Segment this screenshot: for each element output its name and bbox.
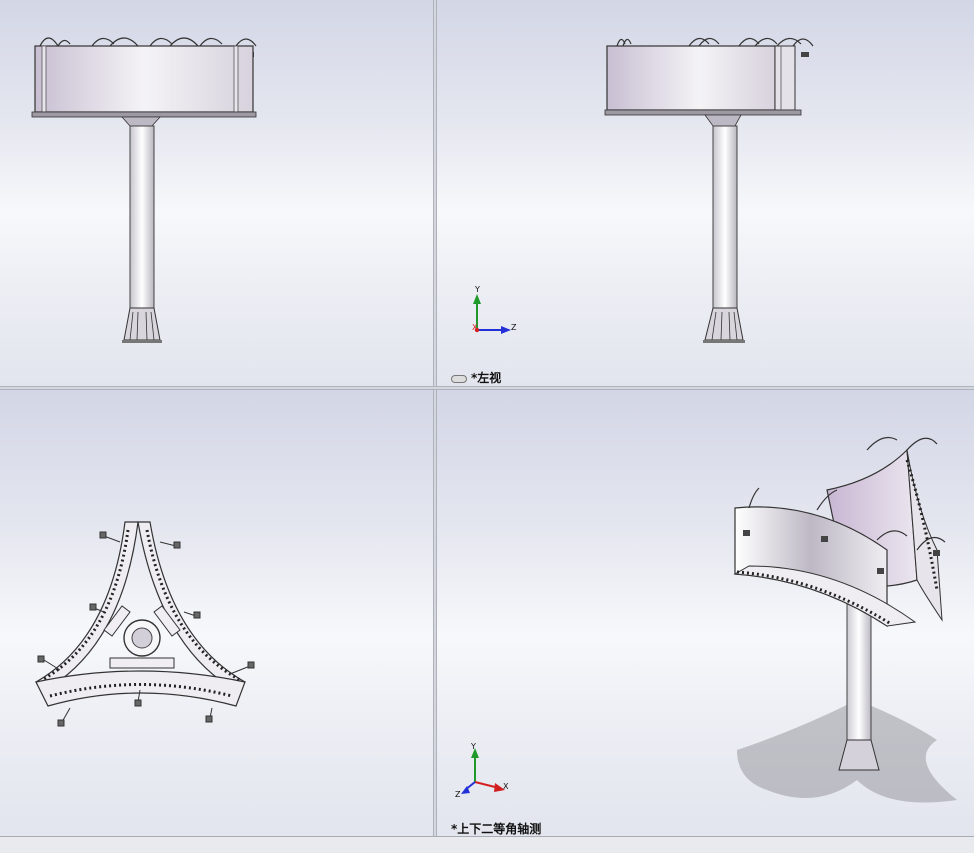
billboard-top-view bbox=[35, 521, 255, 727]
view-name-left: *左视 bbox=[471, 371, 502, 385]
billboard-front-view bbox=[31, 37, 257, 343]
triad-y-label: Y bbox=[475, 285, 480, 294]
billboard-left-view bbox=[473, 37, 814, 343]
triad-iso-x-label: X bbox=[503, 782, 509, 791]
triad-iso-y-label: Y bbox=[471, 742, 476, 751]
axis-triad-iso bbox=[461, 748, 505, 794]
triad-z-label: Z bbox=[511, 323, 517, 332]
triad-iso-z-label: Z bbox=[455, 790, 461, 799]
viewport-isometric[interactable]: Y X Z *上下二等角轴测 bbox=[437, 390, 974, 836]
view-label-isometric: *上下二等角轴测 bbox=[451, 822, 542, 836]
viewport-left[interactable]: Y Z X *左视 bbox=[437, 0, 974, 386]
status-bar bbox=[0, 836, 974, 853]
link-view-icon[interactable] bbox=[451, 374, 467, 383]
view-label-left: *左视 bbox=[451, 369, 501, 386]
triad-x-label: X bbox=[472, 323, 478, 332]
viewport-front[interactable] bbox=[0, 0, 433, 386]
billboard-isometric-view bbox=[461, 437, 957, 803]
viewport-top[interactable] bbox=[0, 390, 433, 836]
axis-triad-left bbox=[473, 294, 511, 334]
